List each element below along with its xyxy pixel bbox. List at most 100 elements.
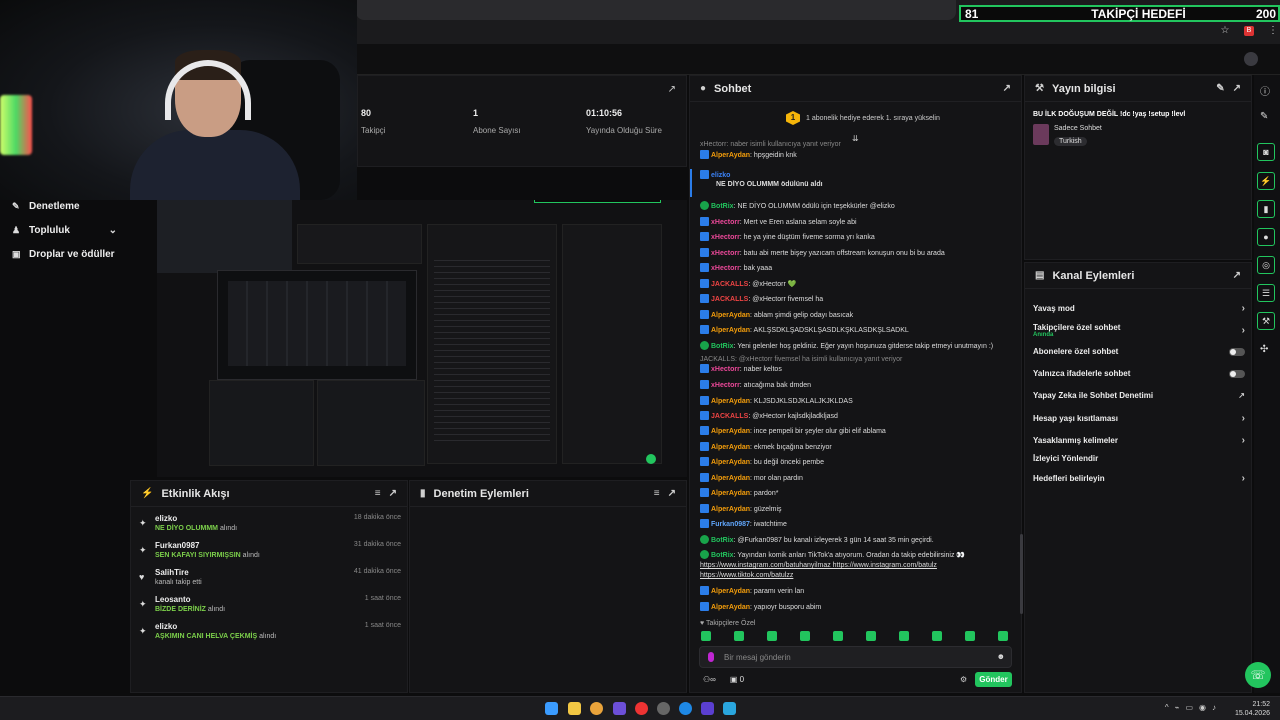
emote-icon[interactable]: [767, 631, 777, 641]
star-icon[interactable]: ☆: [1220, 26, 1230, 36]
infinity-icon[interactable]: ⚇∞: [703, 675, 716, 684]
chat-username[interactable]: AlperAydan: [711, 152, 750, 159]
chat-username[interactable]: Furkan0987: [711, 521, 750, 528]
chat-username[interactable]: xHectorr: [711, 265, 740, 272]
rail-button-tools[interactable]: ⚒: [1257, 312, 1275, 330]
channel-action-item[interactable]: Hesap yaşı kısıtlaması ›: [1033, 413, 1245, 424]
emote-icon[interactable]: [899, 631, 909, 641]
edit-icon[interactable]: ✎: [1216, 83, 1224, 94]
chat-username[interactable]: xHectorr: [711, 234, 740, 241]
rail-button-broadcast[interactable]: ◎: [1257, 256, 1275, 274]
chat-username[interactable]: AlperAydan: [711, 490, 750, 497]
address-bar[interactable]: [356, 0, 956, 20]
toggle-switch[interactable]: [1229, 347, 1245, 356]
pencil-icon[interactable]: ✎: [1260, 111, 1268, 122]
chat-username[interactable]: AlperAydan: [711, 475, 750, 482]
chat-username[interactable]: BotRix: [711, 552, 734, 559]
folder-icon[interactable]: [568, 702, 581, 715]
system-tray-icons[interactable]: ^⌁▭◉♪: [1165, 703, 1222, 712]
chat-username[interactable]: xHectorr: [711, 250, 740, 257]
channel-action-item[interactable]: Yasaklanmış kelimeler ›: [1033, 435, 1245, 446]
chat-username[interactable]: xHectorr: [711, 382, 740, 389]
chat-username[interactable]: JACKALLS: [711, 281, 748, 288]
start-icon[interactable]: [545, 702, 558, 715]
menu-icon[interactable]: ⋮: [1268, 26, 1278, 36]
chat-username[interactable]: JACKALLS: [711, 296, 748, 303]
chat-username[interactable]: xHectorr: [711, 219, 740, 226]
avatar[interactable]: [1244, 52, 1258, 66]
emoji-icon[interactable]: ☻: [997, 652, 1005, 661]
app-icon[interactable]: [701, 702, 714, 715]
stream-tag[interactable]: Turkish: [1054, 137, 1087, 146]
emote-icon[interactable]: [734, 631, 744, 641]
chat-username[interactable]: xHectorr: [711, 366, 740, 373]
chat-username[interactable]: AlperAydan: [711, 444, 750, 451]
nav-item-moderation[interactable]: ✎ Denetleme: [12, 201, 80, 212]
chat-username[interactable]: AlperAydan: [711, 398, 750, 405]
channel-action-item[interactable]: Yalnızca ifadelerle sohbet: [1033, 369, 1245, 378]
emote-icon[interactable]: [932, 631, 942, 641]
telegram-icon[interactable]: [723, 702, 736, 715]
info-icon[interactable]: ⓘ: [1260, 83, 1270, 98]
chat-username[interactable]: elizko: [711, 172, 730, 179]
chat-text[interactable]: https://www.instagram.com/batuhanyilmaz …: [700, 562, 937, 569]
filter-icon[interactable]: ≡: [654, 488, 660, 499]
emote-icon[interactable]: [866, 631, 876, 641]
emote-icon[interactable]: [701, 631, 711, 641]
popout-icon[interactable]: ↗: [1233, 83, 1241, 94]
nav-item-drops[interactable]: ▣ Droplar ve ödüller: [12, 249, 115, 260]
chat-username[interactable]: AlperAydan: [711, 604, 750, 611]
rail-button-document[interactable]: ▮: [1257, 200, 1275, 218]
rail-button-list[interactable]: ☰: [1257, 284, 1275, 302]
opera-icon[interactable]: [635, 702, 648, 715]
chat-text[interactable]: https://www.tiktok.com/batulzz: [700, 572, 793, 579]
emote-icon[interactable]: [998, 631, 1008, 641]
chat-username[interactable]: BotRix: [711, 343, 734, 350]
channel-action-item[interactable]: Takipçilere özel sohbet Anında ›: [1033, 323, 1245, 338]
channel-action-item[interactable]: Abonelere özel sohbet: [1033, 347, 1245, 356]
rail-button-camera[interactable]: ◙: [1257, 143, 1275, 161]
points-display[interactable]: ▣ 0: [730, 675, 744, 684]
popout-icon[interactable]: ↗: [668, 488, 676, 499]
obs-icon[interactable]: [657, 702, 670, 715]
chat-username[interactable]: AlperAydan: [711, 459, 750, 466]
chat-username[interactable]: BotRix: [711, 203, 734, 210]
chat-username[interactable]: BotRix: [711, 537, 734, 544]
chat-username[interactable]: AlperAydan: [711, 428, 750, 435]
popout-icon[interactable]: ↗: [1233, 270, 1241, 281]
channel-action-item[interactable]: Yavaş mod ›: [1033, 303, 1245, 314]
emote-icon[interactable]: [965, 631, 975, 641]
channel-action-item[interactable]: Hedefleri belirleyin ›: [1033, 473, 1245, 484]
channel-action-item[interactable]: Yapay Zeka ile Sohbet Denetimi ↗: [1033, 391, 1245, 400]
emote-icon[interactable]: [800, 631, 810, 641]
emote-icon[interactable]: [833, 631, 843, 641]
nav-item-community[interactable]: ♟ Topluluk ⌄: [12, 225, 117, 236]
mic-icon[interactable]: [708, 652, 714, 662]
chat-username[interactable]: JACKALLS: [711, 413, 748, 420]
help-chat-button[interactable]: ☏: [1245, 662, 1271, 688]
pinned-gift-banner[interactable]: 1 1 abonelik hediye ederek 1. sıraya yük…: [786, 111, 940, 125]
discord-icon[interactable]: [613, 702, 626, 715]
chat-username[interactable]: AlperAydan: [711, 312, 750, 319]
extension-icon[interactable]: B: [1244, 26, 1254, 36]
chat-username[interactable]: AlperAydan: [711, 506, 750, 513]
system-clock[interactable]: 21:52 15.04.2026: [1235, 700, 1270, 718]
rail-button-chat[interactable]: ●: [1257, 228, 1275, 246]
apps-icon[interactable]: ✣: [1260, 344, 1268, 355]
channel-action-item[interactable]: İzleyici Yönlendir: [1033, 454, 1245, 463]
filter-icon[interactable]: ≡: [375, 488, 381, 499]
chat-scrollbar[interactable]: [1020, 534, 1023, 614]
settings-gear-icon[interactable]: ⚙: [960, 675, 967, 684]
chat-input[interactable]: Bir mesaj gönderin ☻: [699, 646, 1012, 668]
popout-icon[interactable]: ↗: [1003, 83, 1011, 94]
edge-icon[interactable]: [679, 702, 692, 715]
send-button[interactable]: Gönder: [975, 672, 1012, 687]
popout-icon[interactable]: ↗: [389, 488, 397, 499]
popout-icon[interactable]: ↗: [668, 84, 676, 95]
chat-username[interactable]: AlperAydan: [711, 327, 750, 334]
chat-username[interactable]: AlperAydan: [711, 588, 750, 595]
stream-preview[interactable]: [157, 200, 687, 477]
toggle-switch[interactable]: [1229, 369, 1245, 378]
rail-button-bolt[interactable]: ⚡: [1257, 172, 1275, 190]
chrome-icon[interactable]: [590, 702, 603, 715]
